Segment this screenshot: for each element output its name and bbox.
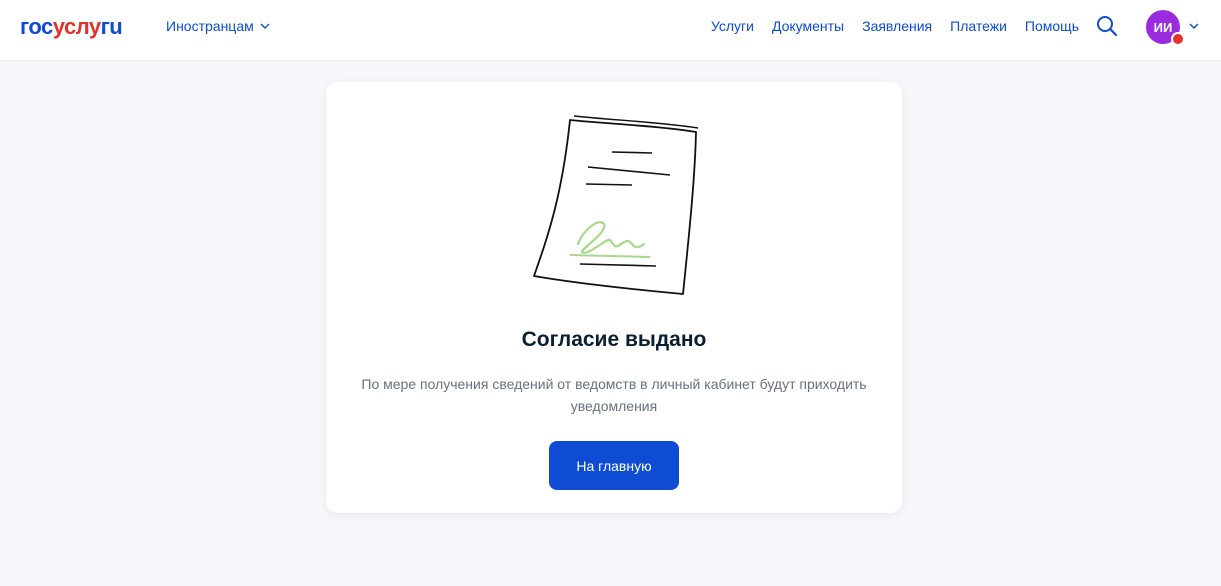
- top-header: госуслугu Иностранцам Услуги Документы З…: [0, 0, 1221, 61]
- nav-item-services[interactable]: Услуги: [711, 18, 754, 34]
- logo-part-2: услу: [52, 14, 101, 39]
- region-label: Иностранцам: [166, 18, 254, 34]
- page-title: Согласие выдано: [521, 328, 707, 351]
- logo-part-1: гос: [20, 14, 53, 39]
- gosuslugi-logo[interactable]: госуслугu: [20, 14, 123, 40]
- nav-item-payments[interactable]: Платежи: [950, 18, 1007, 34]
- chevron-down-icon: [260, 23, 270, 29]
- go-home-button[interactable]: На главную: [549, 441, 679, 490]
- nav-item-documents[interactable]: Документы: [772, 18, 844, 34]
- result-card: Согласие выдано По мере получения сведен…: [326, 82, 902, 513]
- main-nav: Услуги Документы Заявления Платежи Помощ…: [711, 18, 1079, 34]
- search-icon[interactable]: [1094, 13, 1120, 39]
- avatar-initials: ИИ: [1153, 19, 1173, 35]
- nav-item-help[interactable]: Помощь: [1025, 18, 1079, 34]
- user-menu-chevron-icon[interactable]: [1188, 20, 1200, 32]
- signed-document-illustration: [533, 115, 699, 295]
- nav-item-applications[interactable]: Заявления: [862, 18, 932, 34]
- notification-dot: [1171, 32, 1185, 46]
- region-selector[interactable]: Иностранцам: [166, 18, 270, 34]
- logo-part-3: гu: [100, 14, 123, 39]
- status-description: По мере получения сведений от ведомств в…: [361, 376, 867, 414]
